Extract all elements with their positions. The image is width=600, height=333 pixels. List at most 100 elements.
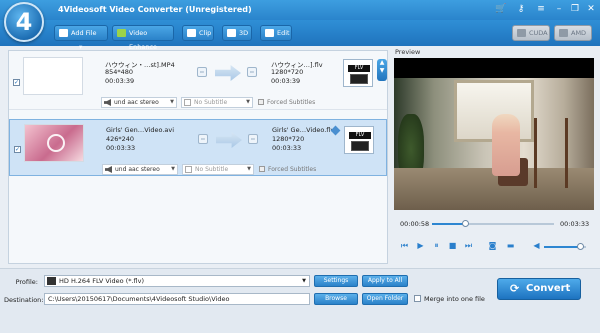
checkbox-icon bbox=[258, 99, 264, 105]
forced-subtitles-checkbox[interactable]: Forced Subtitles bbox=[258, 164, 316, 175]
chevron-down-icon: ▼ bbox=[171, 166, 175, 172]
add-file-button[interactable]: Add File ▾ bbox=[54, 25, 108, 51]
3d-button[interactable]: 3D bbox=[222, 25, 252, 41]
file-list: ✓ ハウウィン・…st].MP4 854*480 00:03:39 ▭ ▭ ハウ… bbox=[8, 50, 388, 264]
profile-select[interactable]: HD H.264 FLV Video (*.flv) ▼ bbox=[44, 275, 310, 287]
restore-icon[interactable]: ❐ bbox=[568, 3, 582, 16]
close-icon[interactable]: ✕ bbox=[584, 3, 598, 16]
target-duration: 00:03:39 bbox=[271, 77, 301, 85]
stop-icon[interactable]: ■ bbox=[448, 241, 457, 250]
target-info-icon[interactable]: ▭ bbox=[247, 67, 257, 77]
enhance-icon bbox=[117, 29, 126, 37]
file-checkbox[interactable]: ✓ bbox=[13, 79, 20, 86]
video-enhance-button[interactable]: Video Enhance bbox=[112, 25, 174, 51]
file-checkbox[interactable]: ✓ bbox=[14, 146, 21, 153]
checkbox-icon bbox=[259, 166, 265, 172]
subtitle-value: No Subtitle bbox=[194, 99, 228, 106]
scissors-icon bbox=[187, 29, 196, 37]
subtitle-select[interactable]: No Subtitle ▼ bbox=[182, 164, 254, 175]
source-info-icon[interactable]: ▭ bbox=[197, 67, 207, 77]
film-icon bbox=[350, 74, 368, 84]
minimize-icon[interactable]: – bbox=[552, 3, 566, 16]
amd-button[interactable]: AMD bbox=[554, 25, 592, 41]
volume-handle[interactable] bbox=[576, 243, 584, 250]
file-item[interactable]: ✓ ハウウィン・…st].MP4 854*480 00:03:39 ▭ ▭ ハウ… bbox=[9, 53, 387, 110]
film-icon bbox=[351, 141, 369, 151]
conversion-arrow: ▭ ▭ bbox=[194, 132, 264, 148]
folder-icon[interactable]: ▬ bbox=[506, 241, 515, 250]
settings-button[interactable]: Settings bbox=[314, 275, 358, 287]
key-icon[interactable]: ⚷ bbox=[514, 3, 528, 16]
preview-label: Preview bbox=[395, 48, 421, 56]
output-format-icon[interactable]: FLV bbox=[344, 126, 374, 154]
target-file-name: Girls' Ge…Video.flv bbox=[272, 126, 335, 134]
arrow-icon bbox=[216, 132, 242, 148]
target-duration: 00:03:33 bbox=[272, 144, 302, 152]
merge-label: Merge into one file bbox=[424, 295, 485, 303]
chevron-down-icon: ▼ bbox=[170, 99, 174, 105]
source-duration: 00:03:39 bbox=[105, 77, 135, 85]
target-resolution: 1280*720 bbox=[271, 68, 304, 76]
forced-subtitles-label: Forced Subtitles bbox=[268, 166, 317, 173]
clip-label: Clip bbox=[199, 29, 212, 37]
app-title: 4Videosoft Video Converter (Unregistered… bbox=[58, 5, 252, 14]
source-file-name: Girls' Gen…Video.avi bbox=[106, 126, 175, 134]
output-format-icon[interactable]: FLV bbox=[343, 59, 373, 87]
scene-person bbox=[492, 114, 520, 176]
volume-icon[interactable]: ◀ bbox=[532, 241, 541, 250]
snapshot-icon[interactable]: ◙ bbox=[488, 241, 497, 250]
nvidia-icon bbox=[517, 29, 526, 37]
seek-handle[interactable] bbox=[461, 220, 469, 227]
preview-video[interactable] bbox=[394, 58, 594, 210]
convert-button[interactable]: ⟳ Convert bbox=[497, 278, 581, 300]
video-thumbnail[interactable] bbox=[23, 57, 83, 95]
magic-wand-icon bbox=[265, 29, 274, 37]
open-folder-button[interactable]: Open Folder bbox=[362, 293, 408, 305]
target-resolution: 1280*720 bbox=[272, 135, 305, 143]
source-duration: 00:03:33 bbox=[106, 144, 136, 152]
audio-track-select[interactable]: und aac stereo ▼ bbox=[101, 97, 177, 108]
volume-level bbox=[544, 246, 580, 248]
subtitle-icon bbox=[185, 166, 192, 173]
cart-icon[interactable]: 🛒 bbox=[494, 3, 508, 16]
apply-to-all-button[interactable]: Apply to All bbox=[362, 275, 408, 287]
source-resolution: 854*480 bbox=[105, 68, 134, 76]
edit-button[interactable]: Edit bbox=[260, 25, 292, 41]
browse-button[interactable]: Browse bbox=[314, 293, 358, 305]
forced-subtitles-checkbox[interactable]: Forced Subtitles bbox=[257, 97, 315, 108]
merge-checkbox[interactable] bbox=[414, 295, 421, 302]
next-icon[interactable]: ⏭ bbox=[464, 241, 473, 250]
file-item[interactable]: ✓ Girls' Gen…Video.avi 426*240 00:03:33 … bbox=[9, 119, 387, 176]
amd-label: AMD bbox=[571, 29, 587, 37]
audio-track-select[interactable]: und aac stereo ▼ bbox=[102, 164, 178, 175]
source-info-icon[interactable]: ▭ bbox=[198, 134, 208, 144]
title-bar: 4Videosoft Video Converter (Unregistered… bbox=[0, 0, 600, 20]
seek-slider[interactable] bbox=[432, 220, 554, 227]
move-buttons[interactable]: ▲ ▼ bbox=[377, 59, 387, 81]
play-overlay-icon[interactable] bbox=[47, 134, 65, 152]
clip-button[interactable]: Clip bbox=[182, 25, 214, 41]
target-info-icon[interactable]: ▭ bbox=[248, 134, 258, 144]
volume-slider[interactable] bbox=[544, 243, 586, 250]
subtitle-select[interactable]: No Subtitle ▼ bbox=[181, 97, 253, 108]
menu-icon[interactable]: ≡ bbox=[534, 3, 548, 16]
profile-value: HD H.264 FLV Video (*.flv) bbox=[59, 277, 145, 285]
cuda-button[interactable]: CUDA bbox=[512, 25, 550, 41]
seek-progress bbox=[432, 223, 465, 225]
format-label: FLV bbox=[348, 65, 370, 72]
previous-icon[interactable]: ⏮ bbox=[400, 241, 409, 250]
video-thumbnail[interactable] bbox=[24, 124, 84, 162]
glasses-3d-icon bbox=[227, 29, 236, 37]
destination-input[interactable]: C:\Users\20150617\Documents\4Videosoft S… bbox=[44, 293, 310, 305]
chevron-down-icon: ▼ bbox=[246, 99, 250, 105]
source-resolution: 426*240 bbox=[106, 135, 135, 143]
destination-label: Destination: bbox=[4, 296, 44, 304]
pause-icon[interactable]: ⏸ bbox=[432, 241, 441, 250]
play-icon[interactable]: ▶ bbox=[416, 241, 425, 250]
add-file-icon bbox=[59, 29, 68, 37]
convert-label: Convert bbox=[526, 283, 571, 294]
move-up-icon[interactable]: ▲ bbox=[377, 59, 387, 67]
conversion-arrow: ▭ ▭ bbox=[193, 65, 263, 81]
move-down-icon[interactable]: ▼ bbox=[377, 67, 387, 75]
current-time: 00:00:58 bbox=[400, 220, 430, 228]
